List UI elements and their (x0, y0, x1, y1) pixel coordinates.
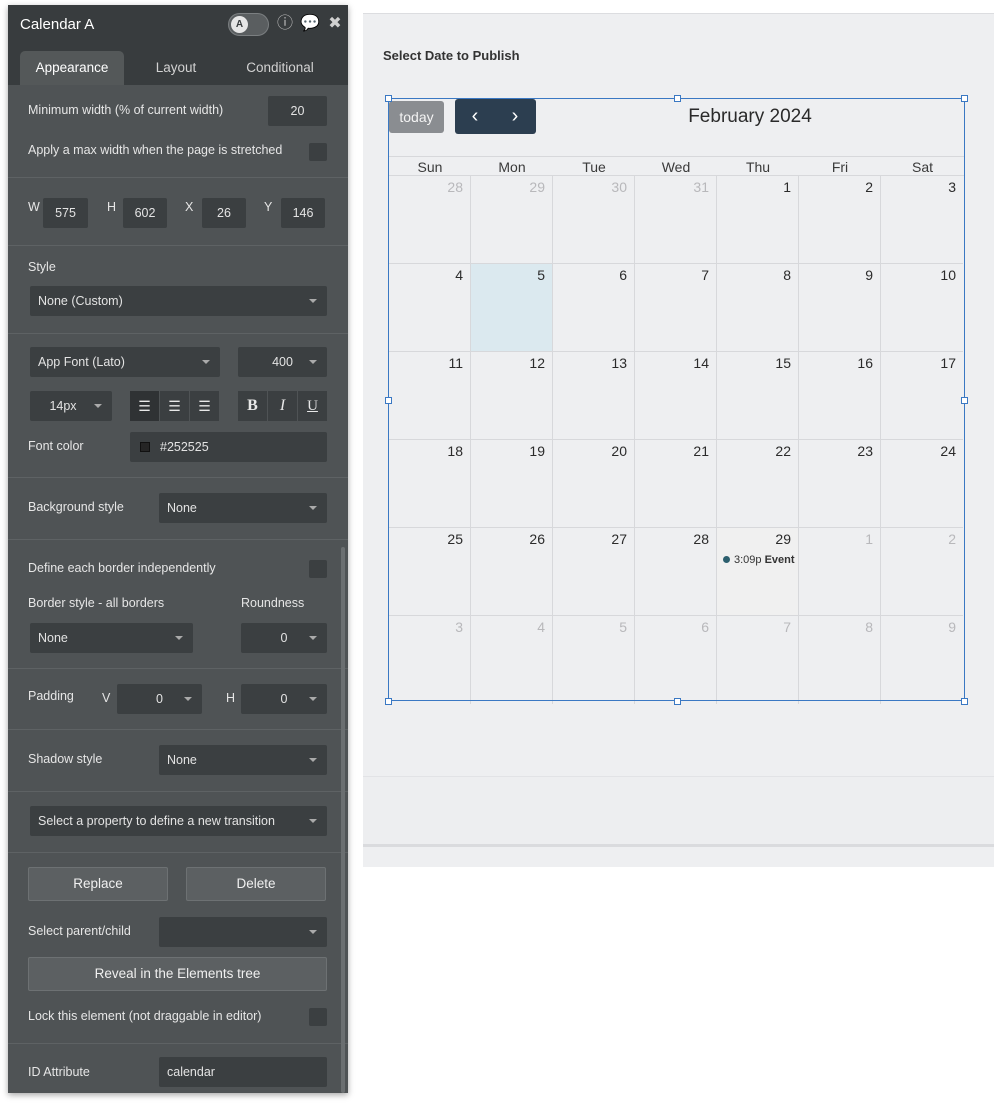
transition-dropdown[interactable]: Select a property to define a new transi… (30, 806, 327, 836)
resize-handle-s[interactable] (674, 698, 681, 705)
y-label: Y (264, 200, 273, 214)
font-weight-dropdown[interactable]: 400 (238, 347, 327, 377)
reveal-elements-tree-button[interactable]: Reveal in the Elements tree (28, 957, 327, 991)
panel-title: Calendar A (20, 16, 95, 33)
close-icon[interactable]: ✖ (326, 15, 344, 33)
padding-v-label: V (102, 691, 111, 705)
chevron-down-icon (309, 697, 317, 701)
font-family-dropdown[interactable]: App Font (Lato) (30, 347, 220, 377)
roundness-input[interactable]: 0 (241, 623, 327, 653)
chevron-down-icon (94, 404, 102, 408)
resize-handle-n[interactable] (674, 95, 681, 102)
bold-icon[interactable]: B (238, 391, 267, 421)
chevron-down-icon (202, 360, 210, 364)
italic-icon[interactable]: I (268, 391, 297, 421)
x-input[interactable]: 26 (202, 198, 246, 228)
resize-handle-w[interactable] (385, 397, 392, 404)
divider (8, 1043, 348, 1044)
y-input[interactable]: 146 (281, 198, 325, 228)
chevron-down-icon (184, 697, 192, 701)
panel-tabs: Appearance Layout Conditional (8, 45, 348, 85)
id-attribute-input[interactable]: calendar (159, 1057, 327, 1087)
divider (8, 791, 348, 792)
chevron-down-icon (309, 299, 317, 303)
panel-body: Minimum width (% of current width) 20 Ap… (8, 85, 348, 1093)
divider (8, 245, 348, 246)
calendar-selection-frame[interactable] (388, 98, 965, 701)
font-color-label: Font color (28, 439, 84, 453)
delete-button[interactable]: Delete (186, 867, 326, 901)
divider (8, 852, 348, 853)
id-attribute-label: ID Attribute (28, 1065, 90, 1079)
font-color-picker[interactable]: #252525 (130, 432, 327, 462)
style-label: Style (28, 260, 56, 274)
chevron-down-icon (309, 506, 317, 510)
background-style-dropdown[interactable]: None (159, 493, 327, 523)
border-style-dropdown[interactable]: None (30, 623, 193, 653)
parent-child-label: Select parent/child (28, 924, 131, 938)
height-label: H (107, 200, 117, 214)
resize-handle-e[interactable] (961, 397, 968, 404)
user-icon: A (231, 16, 248, 33)
border-independent-checkbox[interactable] (309, 560, 327, 578)
max-width-label: Apply a max width when the page is stret… (28, 143, 283, 157)
align-left-icon[interactable]: ☰ (130, 391, 159, 421)
replace-button[interactable]: Replace (28, 867, 168, 901)
min-width-label: Minimum width (% of current width) (28, 103, 224, 117)
align-center-icon[interactable]: ☰ (160, 391, 189, 421)
divider (8, 729, 348, 730)
underline-icon[interactable]: U (298, 391, 327, 421)
lock-element-checkbox[interactable] (309, 1008, 327, 1026)
divider (8, 477, 348, 478)
page-heading: Select Date to Publish (383, 48, 520, 63)
resize-handle-se[interactable] (961, 698, 968, 705)
padding-v-input[interactable]: 0 (117, 684, 202, 714)
color-swatch (140, 442, 150, 452)
resize-handle-nw[interactable] (385, 95, 392, 102)
padding-h-label: H (226, 691, 236, 705)
preview-toggle[interactable]: A (228, 13, 269, 36)
max-width-checkbox[interactable] (309, 143, 327, 161)
style-dropdown[interactable]: None (Custom) (30, 286, 327, 316)
resize-handle-ne[interactable] (961, 95, 968, 102)
tab-layout[interactable]: Layout (128, 51, 224, 85)
border-independent-label: Define each border independently (28, 561, 216, 575)
x-label: X (185, 200, 194, 214)
chevron-down-icon (309, 360, 317, 364)
font-size-dropdown[interactable]: 14px (30, 391, 112, 421)
tab-appearance[interactable]: Appearance (20, 51, 124, 85)
shadow-style-label: Shadow style (28, 752, 103, 766)
parent-child-dropdown[interactable] (159, 917, 327, 947)
padding-label: Padding (28, 689, 74, 703)
roundness-label: Roundness (241, 596, 305, 610)
align-right-icon[interactable]: ☰ (190, 391, 219, 421)
tab-conditional[interactable]: Conditional (230, 51, 330, 85)
width-label: W (28, 200, 40, 214)
resize-handle-sw[interactable] (385, 698, 392, 705)
divider (8, 539, 348, 540)
chevron-down-icon (309, 930, 317, 934)
chevron-down-icon (309, 758, 317, 762)
width-input[interactable]: 575 (43, 198, 88, 228)
padding-h-input[interactable]: 0 (241, 684, 327, 714)
info-icon[interactable]: ⓘ (276, 15, 294, 33)
panel-scrollbar[interactable] (341, 547, 345, 1093)
comment-icon[interactable]: 💬 (300, 15, 320, 33)
chevron-down-icon (309, 819, 317, 823)
chevron-down-icon (175, 636, 183, 640)
lock-element-label: Lock this element (not draggable in edit… (28, 1009, 262, 1023)
divider (8, 177, 348, 178)
height-input[interactable]: 602 (123, 198, 167, 228)
min-width-input[interactable]: 20 (268, 96, 327, 126)
background-style-label: Background style (28, 500, 124, 514)
divider (8, 668, 348, 669)
canvas-footer-group (363, 776, 994, 847)
divider (8, 333, 348, 334)
panel-header: Calendar A A ⓘ 💬 ✖ (8, 5, 348, 45)
border-style-label: Border style - all borders (28, 596, 165, 610)
chevron-down-icon (309, 636, 317, 640)
shadow-style-dropdown[interactable]: None (159, 745, 327, 775)
property-editor-panel: Calendar A A ⓘ 💬 ✖ Appearance Layout Con… (8, 5, 348, 1093)
